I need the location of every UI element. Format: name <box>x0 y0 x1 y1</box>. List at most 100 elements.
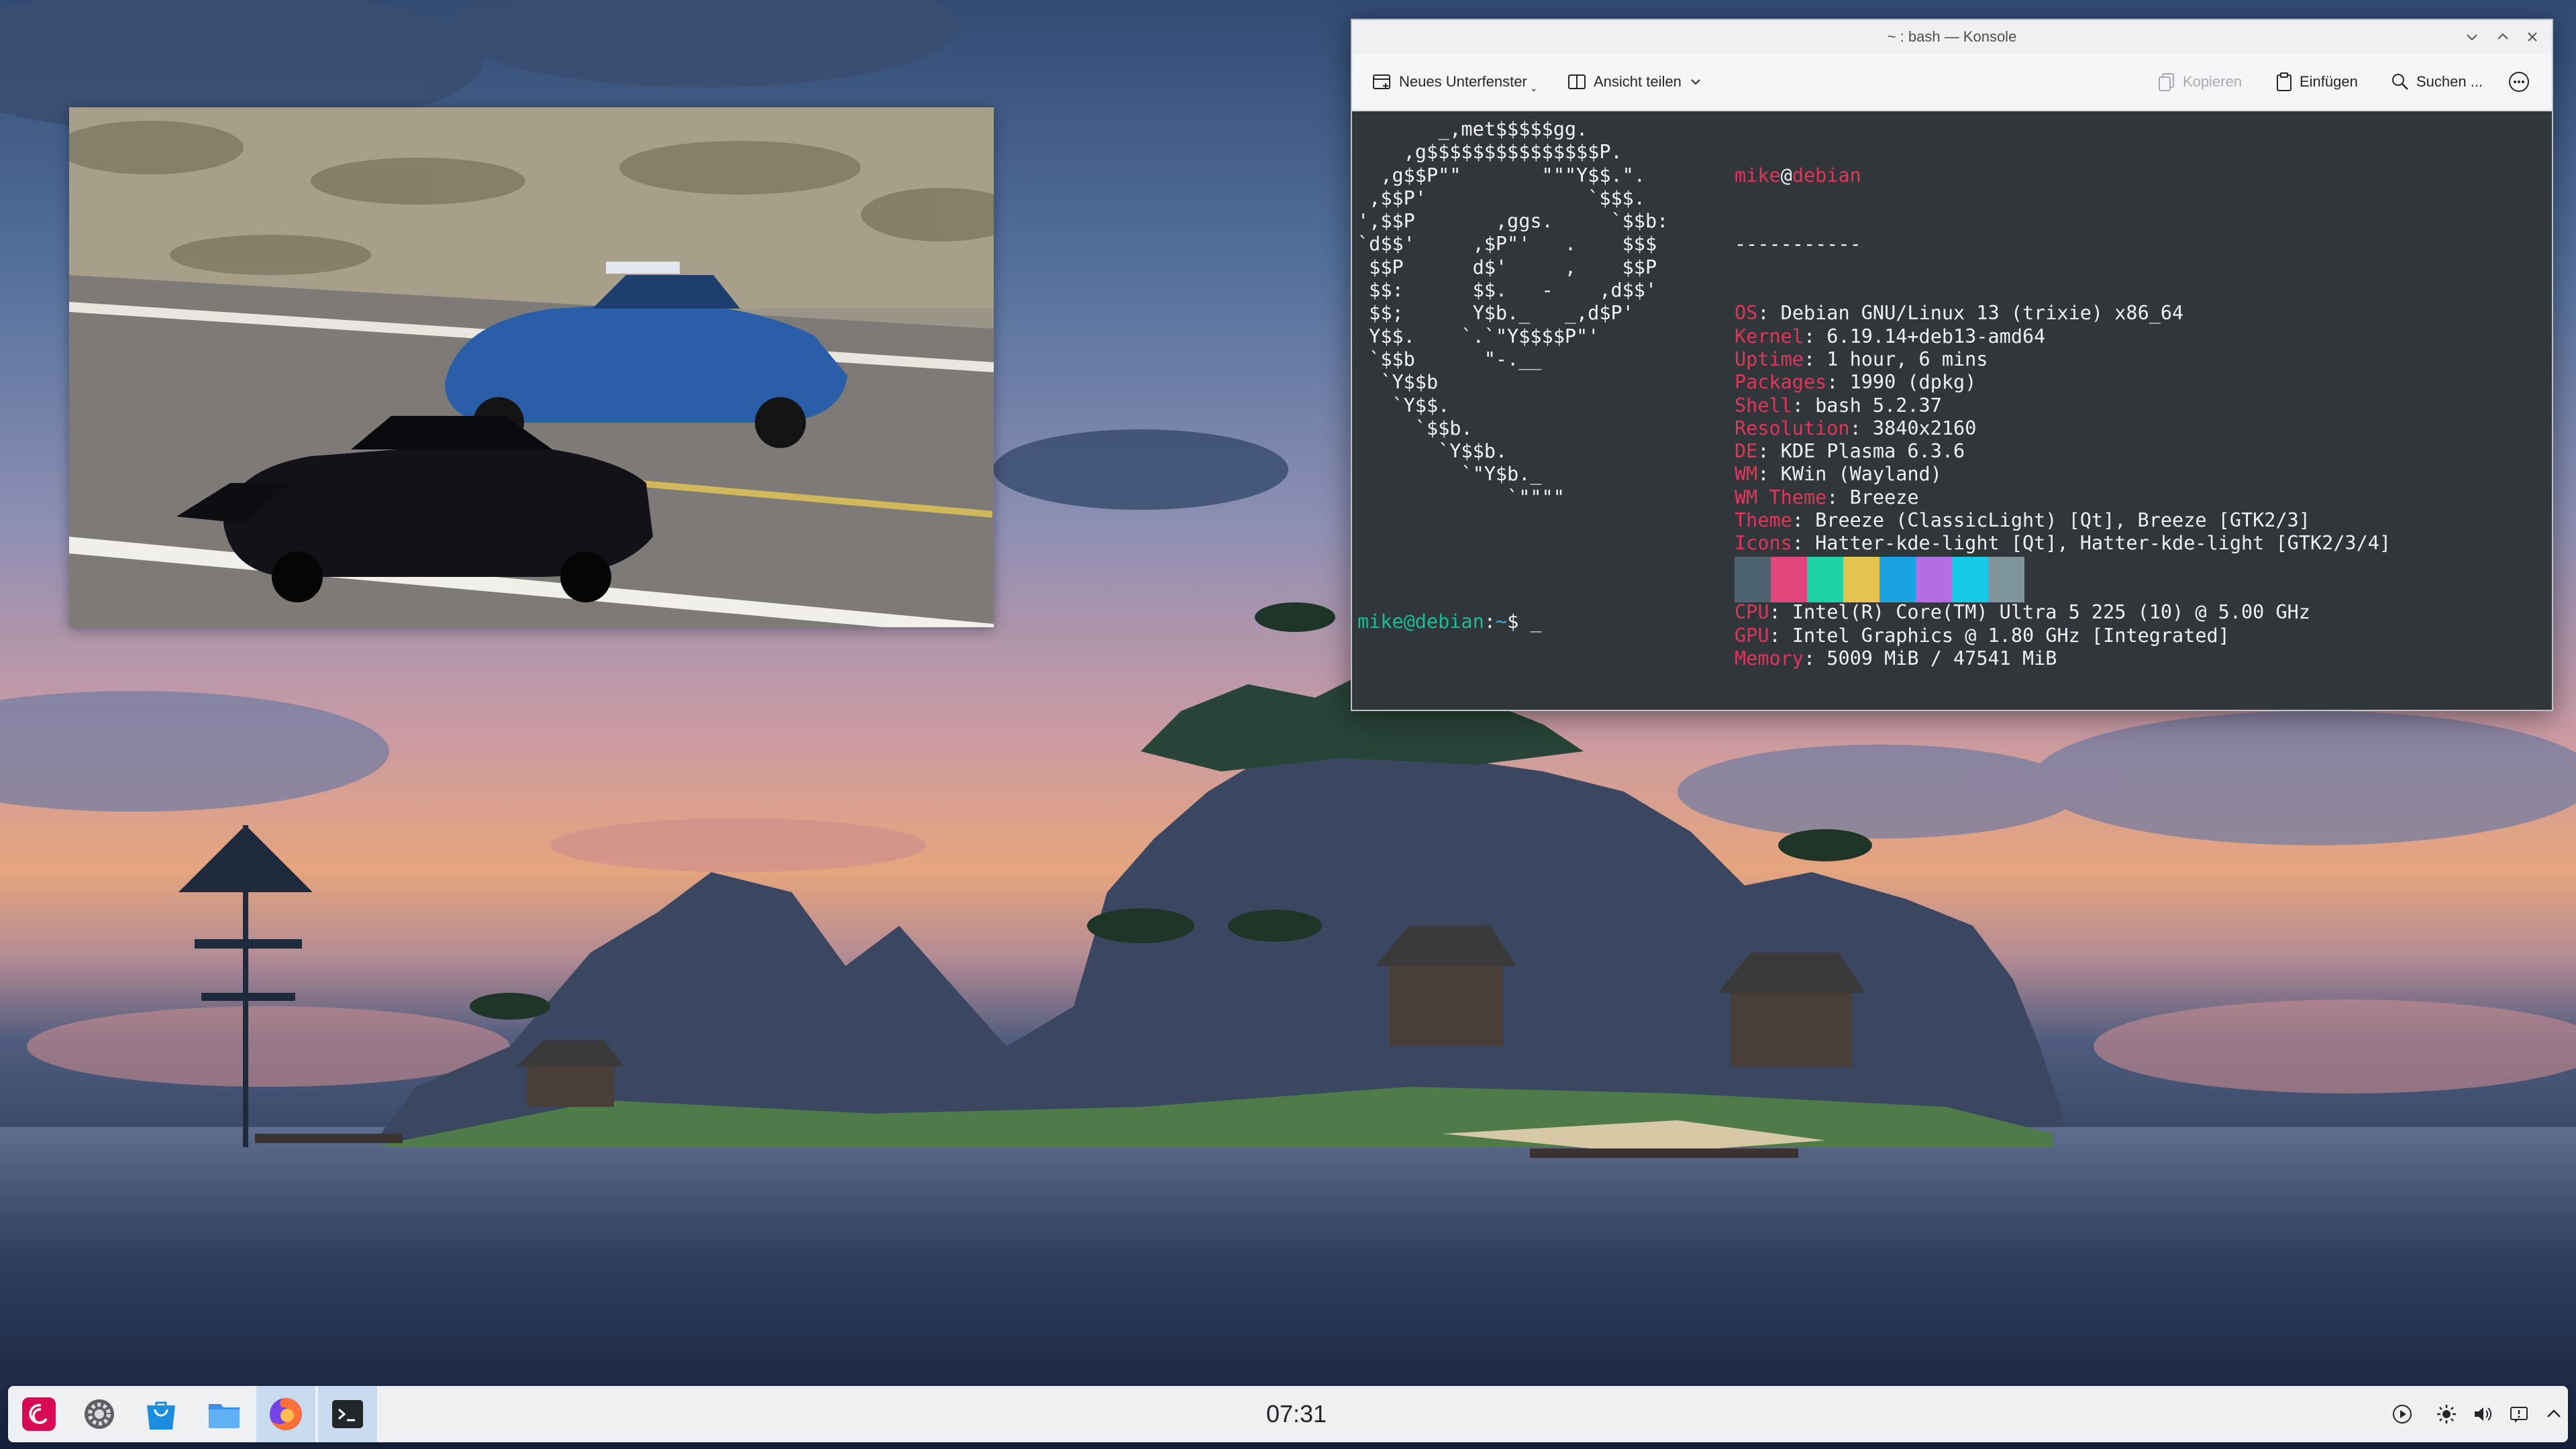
new-tab-icon <box>1373 74 1390 89</box>
info-separator: ----------- <box>1735 233 1861 256</box>
info-value: 1990 (dpkg) <box>1849 371 1977 394</box>
info-line: OS: Debian GNU/Linux 13 (trixie) x86_64 <box>1735 302 2184 325</box>
split-view-button[interactable]: Ansicht teilen <box>1567 54 1703 110</box>
chevron-up-icon <box>2497 33 2508 40</box>
new-tab-button[interactable]: Neues Unterfenster ⌄ <box>1372 54 1538 110</box>
file-manager-icon <box>209 1404 240 1428</box>
ascii-logo-line: $$; Y$b._ _,d$P' <box>1357 302 1634 325</box>
system-settings-launcher[interactable] <box>78 1393 121 1436</box>
info-key: Memory <box>1735 647 1804 669</box>
hostname: debian <box>1792 164 1861 186</box>
maximize-button[interactable] <box>2493 27 2513 47</box>
info-lines: OS: Debian GNU/Linux 13 (trixie) x86_64 K… <box>1735 302 2391 670</box>
debian-menu-icon <box>22 1397 56 1431</box>
new-tab-label: Neues Unterfenster <box>1399 73 1527 90</box>
minimize-button[interactable] <box>2462 27 2482 47</box>
user-host-line: mike@debian <box>1735 164 1861 186</box>
prompt-path: ~ <box>1495 610 1508 633</box>
info-value: bash 5.2.37 <box>1815 394 1942 417</box>
ascii-logo-line: ,$$P' `$$$. <box>1357 186 1645 209</box>
info-value: 1 hour, 6 mins <box>1826 347 1988 370</box>
prompt-symbol: $ <box>1507 610 1531 633</box>
ascii-logo-line: _,met$$$$$gg. <box>1357 118 1588 140</box>
info-key: WM Theme <box>1735 486 1827 508</box>
palette-swatch <box>1771 557 1807 602</box>
info-value: KDE Plasma 6.3.6 <box>1780 440 1965 463</box>
terminal-area[interactable]: _,met$$$$$gg. ,g$$$$$$$$$$$$$$$P. ,g$$P"… <box>1352 111 2552 710</box>
copy-label: Kopieren <box>2183 73 2243 90</box>
ascii-logo-line: `$$b "-.__ <box>1357 347 1542 370</box>
brightness-tray[interactable] <box>2433 1401 2460 1428</box>
chevron-down-icon <box>1691 79 1700 85</box>
neofetch-info: mike@debian ----------- OS: Debian GNU/L… <box>1735 118 2391 710</box>
split-view-icon <box>1568 74 1586 89</box>
palette-swatch <box>1735 557 1771 602</box>
ascii-logo-line: $$: $$. - ,d$$' <box>1357 279 1657 302</box>
palette-swatch <box>1879 557 1916 602</box>
info-line: Resolution: 3840x2160 <box>1735 417 1977 439</box>
info-value: 6.19.14+deb13-amd64 <box>1826 325 2046 347</box>
split-view-label: Ansicht teilen <box>1594 73 1682 90</box>
info-line: Kernel: 6.19.14+deb13-amd64 <box>1735 325 2046 347</box>
debian-ascii-logo: _,met$$$$$gg. ,g$$$$$$$$$$$$$$$P. ,g$$P"… <box>1357 118 1668 509</box>
notifications-tray[interactable] <box>2506 1401 2532 1428</box>
palette-swatch <box>1843 557 1879 602</box>
search-icon <box>2392 74 2408 90</box>
info-value: Intel Graphics @ 1.80 GHz [Integrated] <box>1792 624 2230 647</box>
tray-expand-button[interactable] <box>2540 1401 2567 1428</box>
info-line: Theme: Breeze (ClassicLight) [Qt], Breez… <box>1735 509 2310 532</box>
ascii-logo-line: `$$b. <box>1357 417 1473 439</box>
notifications-icon <box>2510 1407 2528 1423</box>
info-key: OS <box>1735 302 1758 325</box>
volume-icon <box>2475 1407 2492 1421</box>
dropdown-indicator-icon: ⌄ <box>1529 82 1538 93</box>
application-launcher-button[interactable] <box>17 1393 60 1436</box>
tray-expand-icon <box>2547 1409 2561 1417</box>
picture-in-picture-video[interactable] <box>69 107 994 627</box>
paste-button[interactable]: Einfügen <box>2275 54 2358 110</box>
palette-swatch <box>1916 557 1952 602</box>
window-title: ~ : bash — Konsole <box>1887 28 2017 45</box>
window-titlebar[interactable]: ~ : bash — Konsole <box>1352 20 2552 54</box>
info-value: 5009 MiB / 47541 MiB <box>1826 647 2057 669</box>
search-button[interactable]: Suchen ... <box>2391 54 2483 110</box>
ascii-logo-line: `Y$$b. <box>1357 440 1508 463</box>
media-player-tray[interactable] <box>2389 1401 2416 1428</box>
ascii-logo-line: `Y$$. <box>1357 394 1450 417</box>
info-key: DE <box>1735 440 1758 463</box>
konsole-toolbar: Neues Unterfenster ⌄ Ansicht teilen Kopi… <box>1352 54 2552 111</box>
copy-button[interactable]: Kopieren <box>2157 54 2242 110</box>
shell-prompt[interactable]: mike@debian:~$ _ <box>1357 610 1542 633</box>
palette-swatch <box>1988 557 2024 602</box>
settings-icon <box>85 1399 114 1429</box>
file-manager-launcher[interactable] <box>203 1393 246 1436</box>
close-button[interactable] <box>2522 27 2542 47</box>
info-line: GPU: Intel Graphics @ 1.80 GHz [Integrat… <box>1735 624 2230 647</box>
info-line: Memory: 5009 MiB / 47541 MiB <box>1735 647 2057 669</box>
info-value: Breeze (ClassicLight) [Qt], Breeze [GTK2… <box>1815 509 2310 532</box>
clock[interactable]: 07:31 <box>1223 1386 1370 1442</box>
copy-icon <box>2159 73 2174 91</box>
ascii-logo-line: Y$$. `.`"Y$$$$P"' <box>1357 325 1600 347</box>
info-key: Packages <box>1735 371 1827 394</box>
info-value: Intel(R) Core(TM) Ultra 5 225 (10) @ 5.0… <box>1792 601 2310 624</box>
discover-launcher[interactable] <box>140 1393 183 1436</box>
info-value: Debian GNU/Linux 13 (trixie) x86_64 <box>1780 302 2184 325</box>
info-key: WM <box>1735 463 1758 486</box>
ascii-logo-line: ,g$$P"" """Y$$.". <box>1357 164 1645 186</box>
info-value: Breeze <box>1849 486 1919 508</box>
paste-label: Einfügen <box>2300 73 2358 90</box>
info-key: Theme <box>1735 509 1792 532</box>
konsole-task-button[interactable] <box>318 1386 377 1442</box>
konsole-window[interactable]: ~ : bash — Konsole Neues Unterfenster ⌄ … <box>1351 19 2553 711</box>
brightness-icon <box>2437 1405 2456 1424</box>
paste-icon <box>2277 72 2291 91</box>
firefox-task-button[interactable] <box>256 1386 315 1442</box>
palette-swatch <box>1952 557 1988 602</box>
volume-tray[interactable] <box>2469 1401 2496 1428</box>
ascii-logo-line: $$P d$' , $$P <box>1357 256 1657 278</box>
info-value: KWin (Wayland) <box>1780 463 1942 486</box>
username: mike <box>1735 164 1781 186</box>
info-line: Uptime: 1 hour, 6 mins <box>1735 347 1988 370</box>
more-options-button[interactable] <box>2508 54 2530 110</box>
